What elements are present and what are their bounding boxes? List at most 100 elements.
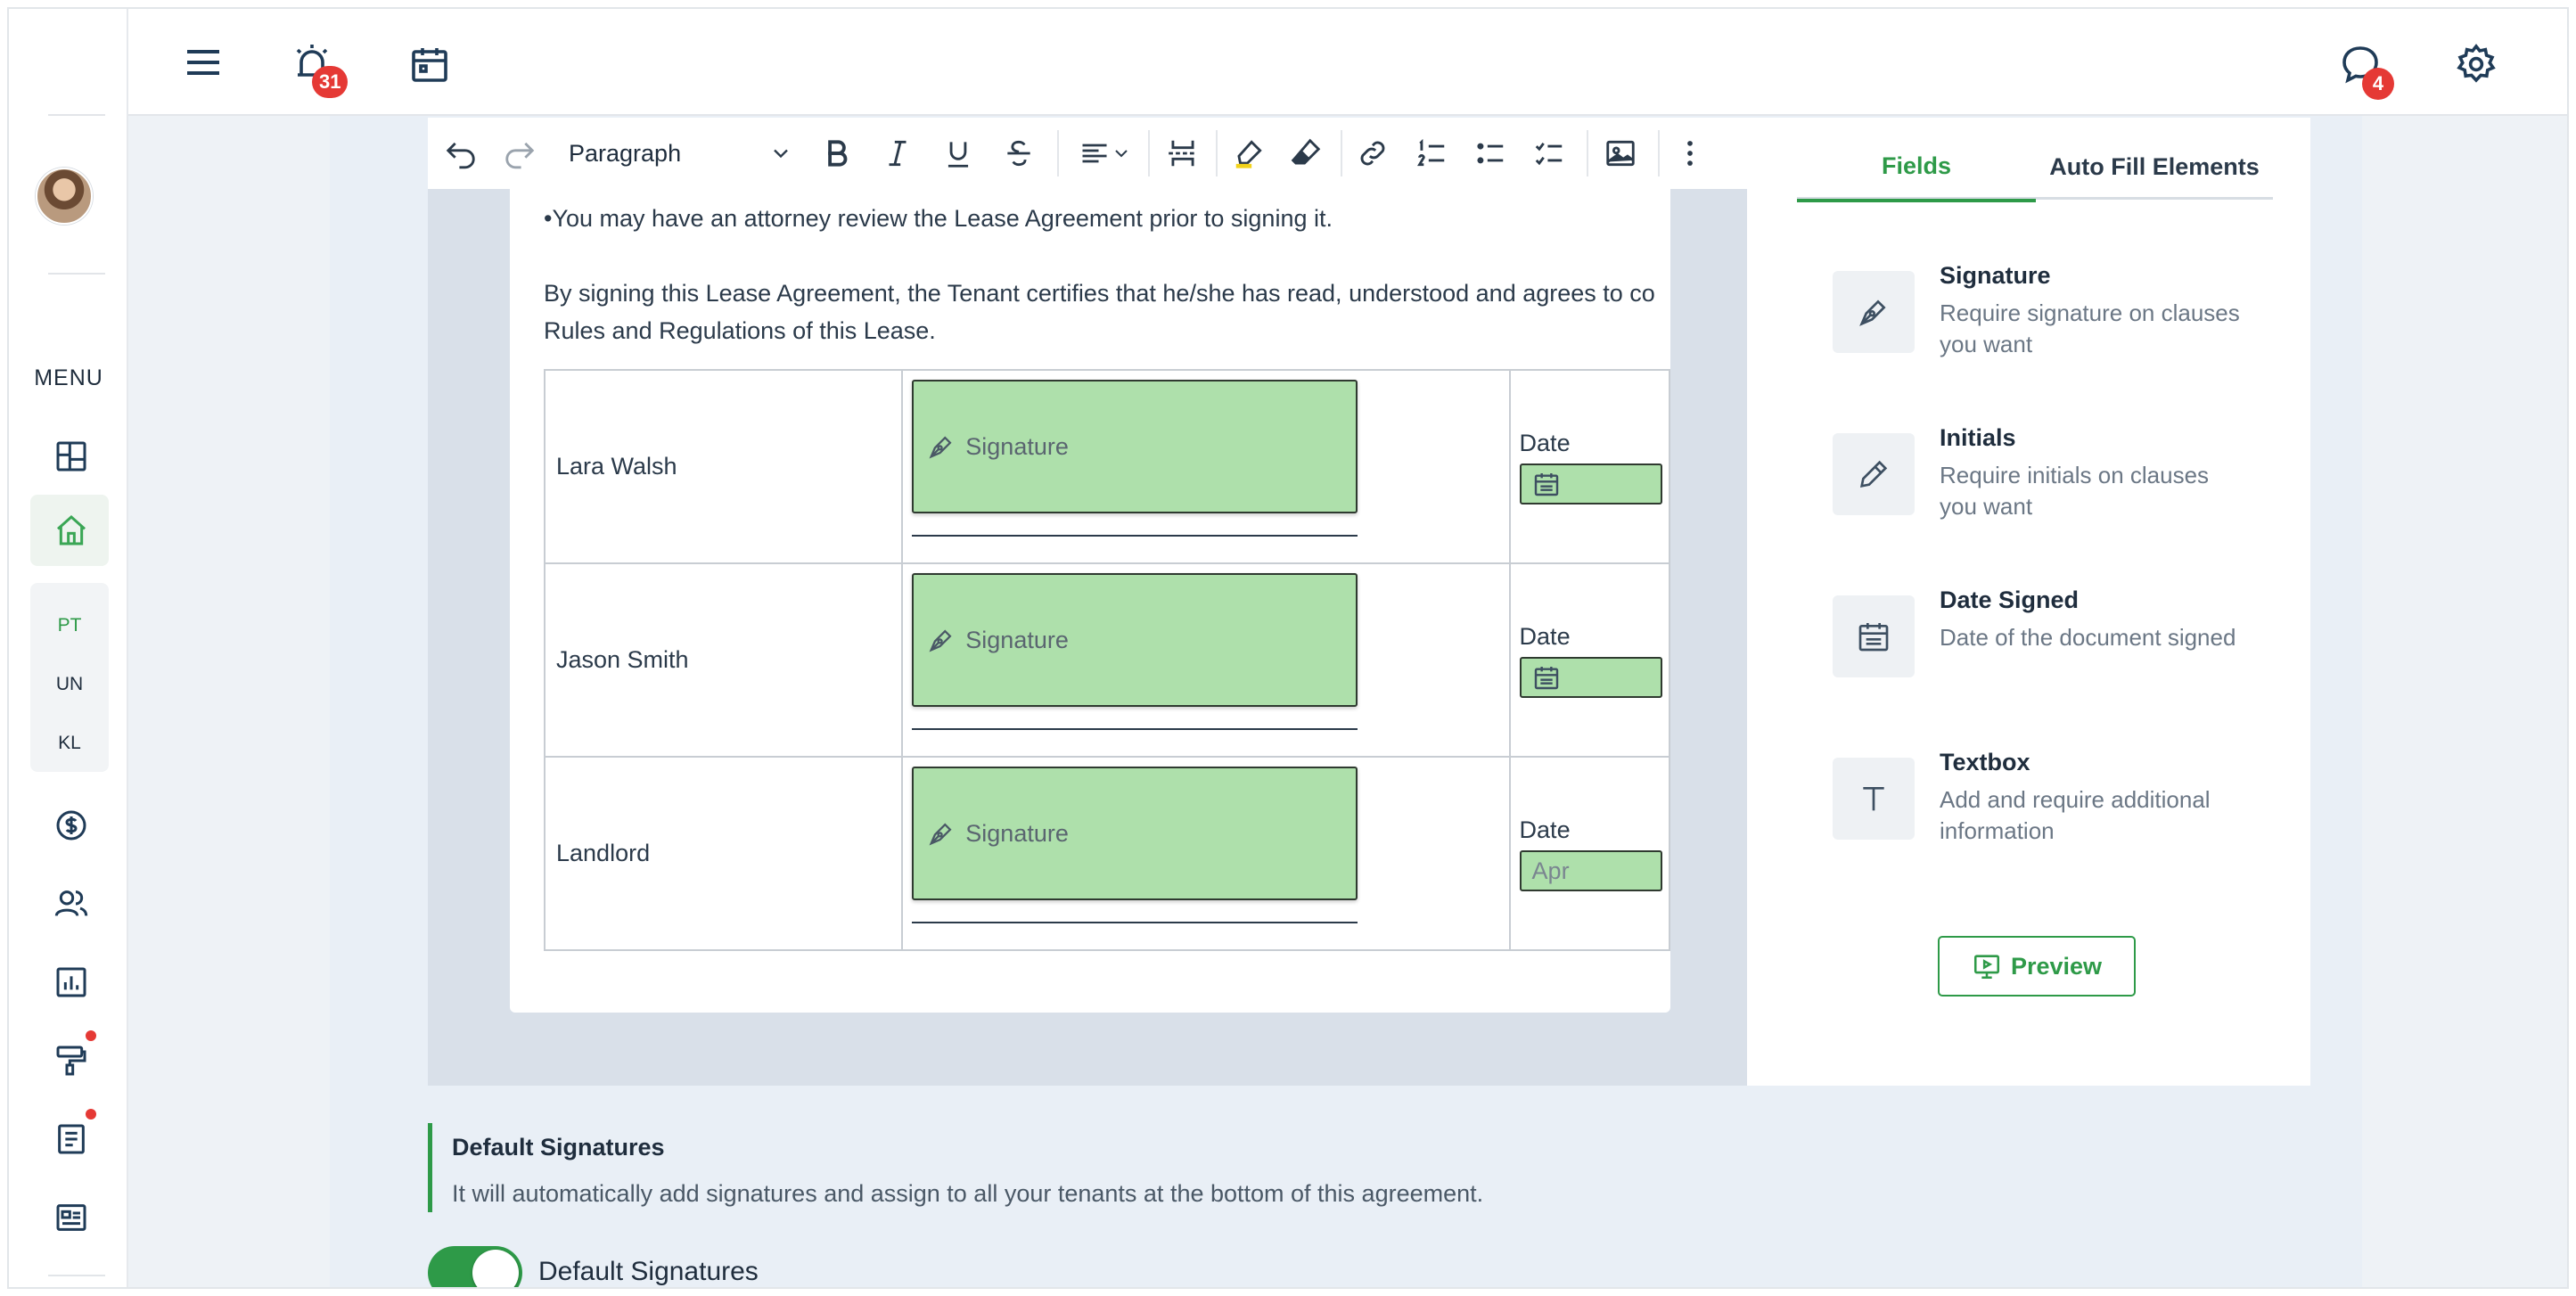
hamburger-menu-icon[interactable] bbox=[178, 37, 228, 87]
field-date-signed[interactable]: Date Signed Date of the document signed bbox=[1833, 586, 2260, 702]
settings-gear-icon[interactable] bbox=[2451, 39, 2501, 89]
signature-field-label: Signature bbox=[965, 819, 1069, 847]
pen-nib-icon bbox=[926, 818, 956, 849]
dollar-icon[interactable] bbox=[46, 800, 96, 850]
signature-field-label: Signature bbox=[965, 626, 1069, 653]
date-cell: Date bbox=[1508, 369, 1670, 564]
reports-icon[interactable] bbox=[46, 957, 96, 1007]
document-alert-dot bbox=[86, 1109, 96, 1120]
field-title: Date Signed bbox=[1940, 586, 2080, 613]
editor-toolbar: Paragraph bbox=[428, 118, 1747, 189]
calendar-icon[interactable] bbox=[405, 39, 455, 89]
messages-count-badge: 4 bbox=[2362, 68, 2394, 100]
preview-button[interactable]: Preview bbox=[1938, 936, 2136, 997]
signer-name: Landlord bbox=[543, 756, 904, 951]
field-description: Add and require additional information bbox=[1940, 786, 2211, 844]
paragraph-style-select[interactable]: Paragraph bbox=[569, 134, 809, 173]
field-description: Date of the document signed bbox=[1940, 624, 2236, 651]
more-options-icon[interactable] bbox=[1669, 134, 1711, 173]
signature-line bbox=[912, 728, 1358, 730]
maintenance-icon[interactable] bbox=[46, 1036, 96, 1086]
signer-row: Jason Smith Signature Date bbox=[543, 562, 1670, 758]
signer-row: Lara Walsh Signature Date bbox=[543, 369, 1670, 564]
date-signed-field[interactable] bbox=[1519, 657, 1662, 698]
listing-icon[interactable] bbox=[46, 1193, 96, 1243]
link-icon[interactable] bbox=[1351, 134, 1394, 173]
dashboard-icon[interactable] bbox=[46, 431, 96, 481]
default-signatures-info: Default Signatures It will automatically… bbox=[428, 1123, 1943, 1212]
field-title: Textbox bbox=[1940, 749, 2030, 775]
highlighter-icon[interactable] bbox=[1226, 134, 1271, 173]
toolbar-divider bbox=[1216, 130, 1218, 176]
text-icon bbox=[1833, 758, 1915, 840]
sidebar-divider bbox=[48, 114, 105, 116]
chevron-down-icon bbox=[1115, 150, 1128, 158]
signer-name: Lara Walsh bbox=[543, 369, 904, 564]
certify-text-line-1: By signing this Lease Agreement, the Ten… bbox=[544, 280, 1655, 307]
paragraph-style-value: Paragraph bbox=[569, 139, 682, 167]
calendar-icon bbox=[1532, 663, 1561, 692]
tenant-shortcut-pt[interactable]: PT bbox=[30, 615, 109, 636]
signer-name: Jason Smith bbox=[543, 562, 904, 758]
toolbar-divider bbox=[1148, 130, 1150, 176]
top-bar: 31 4 bbox=[128, 9, 2567, 116]
signature-field[interactable]: Signature bbox=[912, 573, 1358, 707]
presentation-icon bbox=[1973, 955, 1999, 980]
sidebar-divider bbox=[48, 1275, 105, 1276]
home-icon[interactable] bbox=[46, 505, 96, 555]
redo-icon[interactable] bbox=[499, 134, 540, 173]
tab-auto-fill-elements[interactable]: Auto Fill Elements bbox=[2036, 134, 2273, 200]
signature-table: Lara Walsh Signature Date Jason Smith Si… bbox=[543, 369, 1670, 951]
align-left-icon bbox=[1082, 144, 1107, 163]
people-icon[interactable] bbox=[46, 879, 96, 929]
panel-tabs: Fields Auto Fill Elements bbox=[1797, 134, 2273, 202]
tenant-shortcut-un[interactable]: UN bbox=[30, 674, 109, 695]
signature-field[interactable]: Signature bbox=[912, 767, 1358, 900]
numbered-list-icon[interactable] bbox=[1410, 134, 1453, 173]
date-cell: Date Apr bbox=[1508, 756, 1670, 951]
align-menu[interactable] bbox=[1071, 134, 1139, 173]
signer-row: Landlord Signature Date Apr bbox=[543, 756, 1670, 951]
menu-label: MENU bbox=[34, 365, 103, 390]
date-value: Apr bbox=[1531, 857, 1570, 884]
fields-panel: Fields Auto Fill Elements Signature Requ… bbox=[1754, 118, 2310, 1086]
field-description: Require initials on clauses you want bbox=[1940, 462, 2210, 520]
undo-icon[interactable] bbox=[440, 134, 481, 173]
date-cell: Date bbox=[1508, 562, 1670, 758]
italic-icon[interactable] bbox=[877, 134, 918, 173]
default-signatures-toggle[interactable] bbox=[428, 1246, 522, 1287]
page-break-icon[interactable] bbox=[1161, 134, 1205, 173]
strikethrough-icon[interactable] bbox=[998, 134, 1039, 173]
tenant-shortcut-kl[interactable]: KL bbox=[30, 733, 109, 754]
field-title: Initials bbox=[1940, 424, 2016, 451]
field-description: Require signature on clauses you want bbox=[1940, 299, 2240, 357]
date-label: Date bbox=[1519, 623, 1571, 650]
underline-icon[interactable] bbox=[938, 134, 979, 173]
bold-icon[interactable] bbox=[816, 134, 857, 173]
pen-nib-icon bbox=[926, 625, 956, 655]
insert-image-icon[interactable] bbox=[1599, 134, 1642, 173]
signature-cell: Signature bbox=[901, 562, 1511, 758]
field-signature[interactable]: Signature Require signature on clauses y… bbox=[1833, 262, 2260, 378]
signature-field[interactable]: Signature bbox=[912, 380, 1358, 513]
document-page: •You may have an attorney review the Lea… bbox=[510, 189, 1670, 1013]
maintenance-alert-dot bbox=[86, 1030, 96, 1041]
date-signed-field[interactable] bbox=[1519, 463, 1662, 504]
date-signed-field[interactable]: Apr bbox=[1519, 850, 1662, 891]
app-window: MENU PT UN KL 31 4 Paragraph •You may ha… bbox=[7, 7, 2569, 1289]
toggle-knob bbox=[472, 1250, 519, 1287]
pen-nib-icon bbox=[926, 431, 956, 462]
toolbar-divider bbox=[1341, 130, 1342, 176]
signature-cell: Signature bbox=[901, 756, 1511, 951]
field-initials[interactable]: Initials Require initials on clauses you… bbox=[1833, 424, 2260, 540]
avatar[interactable] bbox=[36, 168, 93, 225]
bullet-list-icon[interactable] bbox=[1469, 134, 1512, 173]
signature-cell: Signature bbox=[901, 369, 1511, 564]
checklist-icon[interactable] bbox=[1528, 134, 1571, 173]
tab-fields[interactable]: Fields bbox=[1797, 134, 2036, 202]
document-icon[interactable] bbox=[46, 1114, 96, 1164]
eraser-icon[interactable] bbox=[1284, 134, 1328, 173]
bullet-text: •You may have an attorney review the Lea… bbox=[544, 205, 1333, 232]
field-textbox[interactable]: Textbox Add and require additional infor… bbox=[1833, 749, 2260, 865]
chevron-down-icon bbox=[774, 149, 788, 159]
